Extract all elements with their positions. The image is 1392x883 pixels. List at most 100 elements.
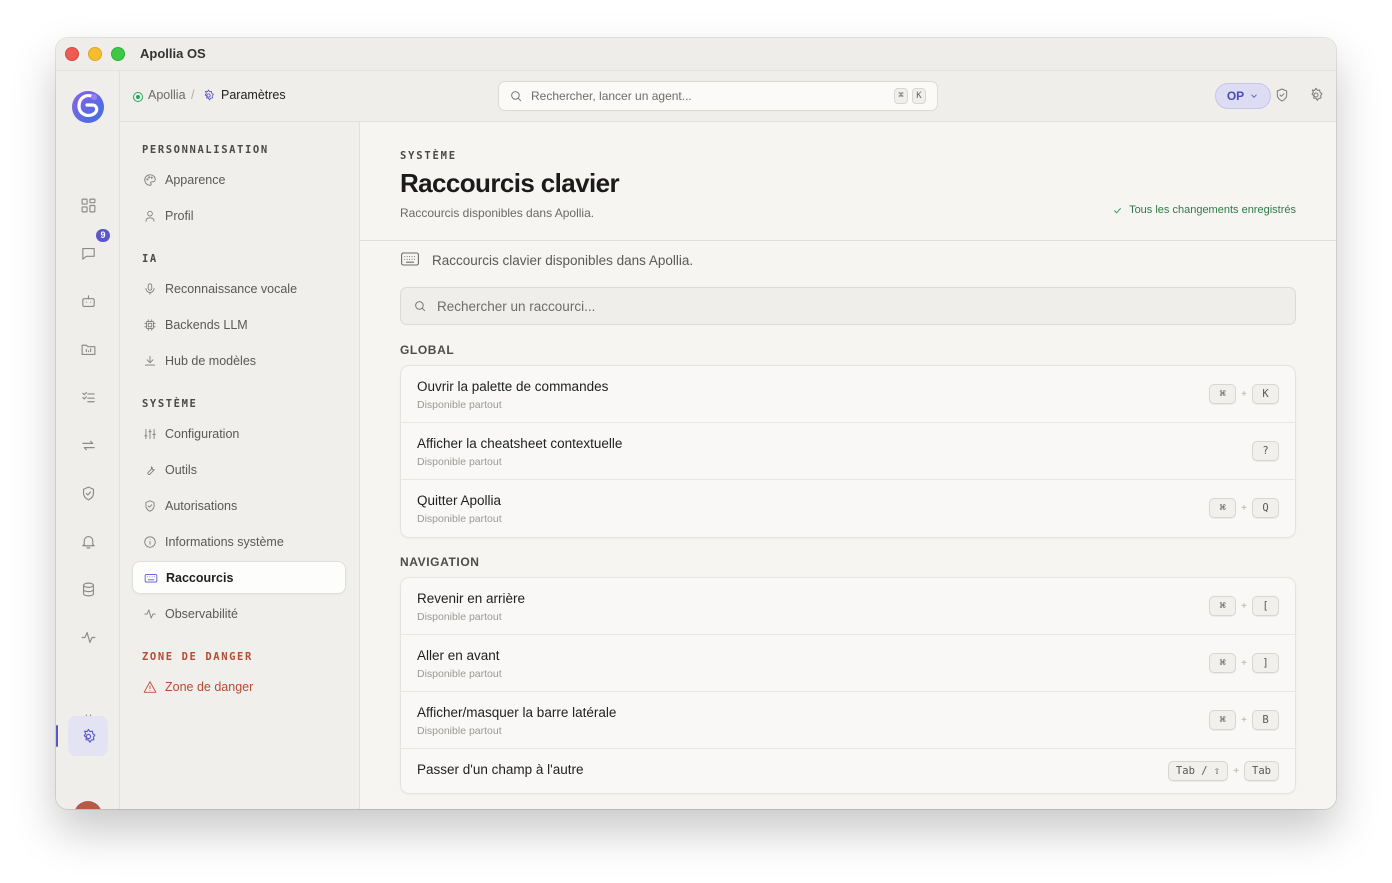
app-logo-icon[interactable] (70, 88, 106, 124)
active-rail-indicator (56, 725, 58, 747)
nav-section-systeme: SYSTÈME (142, 398, 198, 410)
folder-icon[interactable] (72, 333, 104, 365)
chat-icon[interactable] (72, 237, 104, 269)
shield-check-icon[interactable] (1274, 87, 1292, 105)
shortcut-row[interactable]: Afficher la cheatsheet contextuelle Disp… (401, 423, 1295, 480)
shortcut-row[interactable]: Quitter Apollia Disponible partout ⌘ + Q (401, 480, 1295, 537)
nav-item-profil[interactable]: Profil (132, 199, 346, 232)
maximize-window-button[interactable] (111, 47, 125, 61)
settings-sidebar: PERSONNALISATION Apparence Profil IA Rec… (120, 122, 360, 809)
nav-item-label: Backends LLM (165, 317, 248, 332)
shortcut-row[interactable]: Afficher/masquer la barre latérale Dispo… (401, 692, 1295, 749)
shield-check-icon (143, 499, 157, 513)
shortcut-row[interactable]: Aller en avant Disponible partout ⌘ + ] (401, 635, 1295, 692)
nav-item-observabilite[interactable]: Observabilité (132, 597, 346, 630)
minimize-window-button[interactable] (88, 47, 102, 61)
key-plus: + (1241, 600, 1247, 612)
shortcut-group-global: Ouvrir la palette de commandes Disponibl… (400, 365, 1296, 538)
shortcut-row[interactable]: Passer d'un champ à l'autre Tab / ⇧ + Ta… (401, 749, 1295, 793)
nav-item-outils[interactable]: Outils (132, 453, 346, 486)
shield-icon[interactable] (72, 477, 104, 509)
bot-icon[interactable] (72, 285, 104, 317)
nav-item-label: Observabilité (165, 606, 238, 621)
nav-item-backends-llm[interactable]: Backends LLM (132, 308, 346, 341)
check-icon (1114, 207, 1122, 213)
shortcut-scope: Disponible partout (417, 725, 502, 737)
intro-line: Raccourcis clavier disponibles dans Apol… (400, 251, 693, 270)
settings-icon[interactable] (68, 716, 108, 756)
shortcut-scope: Disponible partout (417, 513, 502, 525)
key-cap: ? (1252, 441, 1279, 461)
global-search-placeholder: Rechercher, lancer un agent... (531, 89, 692, 103)
settings-gear-icon[interactable] (1308, 87, 1326, 105)
breadcrumb-separator: / (191, 88, 195, 102)
key-plus: + (1241, 502, 1247, 514)
user-icon (143, 209, 157, 223)
shortcut-search-input[interactable]: Rechercher un raccourci... (400, 287, 1296, 325)
page-subtitle: Raccourcis disponibles dans Apollia. (400, 206, 595, 220)
bell-icon[interactable] (72, 525, 104, 557)
shortcut-keys: ⌘ + Q (1209, 498, 1279, 518)
nav-item-label: Reconnaissance vocale (165, 281, 298, 296)
dashboard-icon[interactable] (72, 189, 104, 221)
close-window-button[interactable] (65, 47, 79, 61)
nav-item-label: Configuration (165, 426, 240, 441)
nav-item-configuration[interactable]: Configuration (132, 417, 346, 450)
intro-text: Raccourcis clavier disponibles dans Apol… (432, 253, 694, 268)
shortcut-title: Aller en avant (417, 648, 500, 663)
shortcut-row[interactable]: Ouvrir la palette de commandes Disponibl… (401, 366, 1295, 423)
global-search-input[interactable]: Rechercher, lancer un agent... ⌘ K (498, 81, 938, 111)
nav-item-raccourcis[interactable]: Raccourcis (132, 561, 346, 594)
nav-item-autorisations[interactable]: Autorisations (132, 489, 346, 522)
nav-section-zone-de-danger: ZONE DE DANGER (142, 651, 253, 663)
shortcut-keys: ⌘ + [ (1209, 596, 1279, 616)
shortcut-scope: Disponible partout (417, 668, 502, 680)
download-icon (143, 354, 157, 368)
user-avatar[interactable]: NZ (74, 801, 102, 809)
shortcut-title: Passer d'un champ à l'autre (417, 762, 584, 777)
tasks-icon[interactable] (72, 381, 104, 413)
title-bar: Apollia OS (56, 38, 1336, 71)
nav-item-informations-systeme[interactable]: Informations système (132, 525, 346, 558)
key-cap: Tab / ⇧ (1167, 761, 1229, 781)
group-label-navigation: NAVIGATION (400, 555, 480, 569)
nav-item-apparence[interactable]: Apparence (132, 163, 346, 196)
nav-item-label: Hub de modèles (165, 353, 257, 368)
shortcut-title: Ouvrir la palette de commandes (417, 379, 609, 394)
breadcrumb-root[interactable]: Apollia (148, 88, 186, 102)
shortcut-keys: Tab / ⇧ + Tab (1167, 761, 1279, 781)
key-cap: ] (1252, 653, 1279, 673)
keyboard-icon (144, 571, 158, 585)
shortcut-keys: ⌘ + B (1209, 710, 1279, 730)
shortcut-search-placeholder: Rechercher un raccourci... (437, 298, 596, 314)
database-icon[interactable] (72, 573, 104, 605)
main-content: SYSTÈME Raccourcis clavier Raccourcis di… (360, 122, 1336, 809)
shortcut-scope: Disponible partout (417, 456, 502, 468)
activity-icon[interactable] (72, 621, 104, 653)
key-plus: + (1241, 714, 1247, 726)
nav-item-hub-de-modeles[interactable]: Hub de modèles (132, 344, 346, 377)
nav-item-zone-de-danger[interactable]: Zone de danger (132, 670, 346, 703)
warning-icon (143, 680, 157, 694)
chevron-down-icon (1251, 94, 1257, 98)
shortcut-keys: ⌘ + ] (1209, 653, 1279, 673)
nav-section-ia: IA (142, 253, 158, 265)
shortcut-scope: Disponible partout (417, 399, 502, 411)
sliders-icon (143, 427, 157, 441)
profile-switcher-button[interactable]: OP (1215, 83, 1271, 109)
shortcut-title: Afficher la cheatsheet contextuelle (417, 436, 623, 451)
palette-icon (143, 173, 157, 187)
nav-item-reconnaissance-vocale[interactable]: Reconnaissance vocale (132, 272, 346, 305)
key-cap: [ (1252, 596, 1279, 616)
wrench-icon (143, 463, 157, 477)
search-icon (413, 299, 427, 313)
key-plus: + (1241, 388, 1247, 400)
nav-item-label: Zone de danger (165, 679, 254, 694)
shortcut-keys: ? (1252, 441, 1279, 461)
sync-icon[interactable] (72, 429, 104, 461)
nav-item-label: Outils (165, 462, 197, 477)
nav-item-label: Autorisations (165, 498, 238, 513)
key-cap: ⌘ (1209, 384, 1237, 404)
shortcut-row[interactable]: Revenir en arrière Disponible partout ⌘ … (401, 578, 1295, 635)
shortcut-keys: ⌘ + K (1209, 384, 1279, 404)
